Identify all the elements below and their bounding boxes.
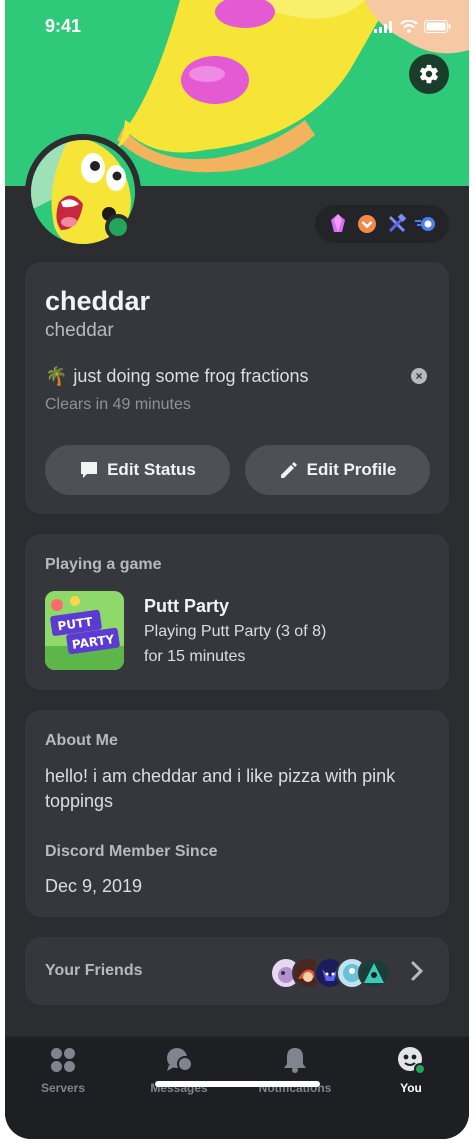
- username: cheddar: [45, 320, 114, 341]
- tab-you[interactable]: You: [353, 1045, 469, 1105]
- activity-card[interactable]: Playing a game PUTT PARTY Putt Party Pla…: [25, 534, 449, 690]
- tab-you-label: You: [400, 1081, 422, 1095]
- game-detail: Playing Putt Party (3 of 8): [144, 623, 327, 640]
- game-icon: PUTT PARTY: [45, 591, 124, 670]
- chat-bubble-icon: [81, 462, 98, 478]
- nitro-gem-badge-icon[interactable]: [327, 213, 349, 235]
- tab-servers[interactable]: Servers: [5, 1045, 121, 1105]
- online-status-indicator: [105, 214, 131, 240]
- friend-avatar-stack: [270, 957, 400, 989]
- game-duration: for 15 minutes: [144, 648, 246, 665]
- profile-screen: 9:41 cheddar cheddar 🌴 just doing some f…: [5, 0, 469, 1139]
- friend-avatar: [358, 957, 390, 989]
- your-friends-label: Your Friends: [45, 962, 143, 979]
- active-developer-badge-icon[interactable]: [386, 213, 408, 235]
- display-name: cheddar: [45, 286, 151, 316]
- chevron-right-icon: [411, 961, 423, 981]
- about-me-text: hello! i am cheddar and i like pizza wit…: [45, 766, 396, 811]
- home-indicator: [155, 1081, 320, 1087]
- tab-servers-label: Servers: [40, 1081, 86, 1095]
- clock: 9:41: [45, 16, 82, 36]
- quest-badge-icon[interactable]: [415, 213, 437, 235]
- bottom-tab-bar: Servers Messages Notifications You: [5, 1036, 469, 1139]
- custom-status[interactable]: 🌴 just doing some frog fractions: [45, 366, 309, 387]
- custom-status-text: just doing some frog fractions: [73, 366, 309, 386]
- wifi-icon: [400, 20, 418, 33]
- your-friends-row[interactable]: Your Friends: [25, 937, 449, 1005]
- messages-icon: [164, 1045, 194, 1075]
- settings-button[interactable]: [409, 54, 449, 94]
- clear-status-icon[interactable]: ×: [411, 368, 427, 384]
- palm-tree-icon: 🌴: [45, 366, 68, 386]
- tab-messages[interactable]: Messages: [121, 1045, 237, 1105]
- gear-icon: [420, 64, 438, 84]
- edit-status-button[interactable]: Edit Status: [45, 445, 230, 495]
- activity-header: Playing a game: [45, 556, 162, 573]
- status-expiry: Clears in 49 minutes: [45, 396, 191, 413]
- about-me-header: About Me: [45, 732, 118, 749]
- edit-status-label: Edit Status: [107, 460, 196, 479]
- game-title: Putt Party: [144, 596, 230, 616]
- status-bar: 9:41: [5, 0, 469, 50]
- about-me-card: About Me hello! i am cheddar and i like …: [25, 710, 449, 917]
- you-avatar-icon: [396, 1045, 426, 1075]
- member-since-header: Discord Member Since: [45, 843, 218, 860]
- profile-info-card: cheddar cheddar 🌴 just doing some frog f…: [25, 262, 449, 514]
- tab-notifications[interactable]: Notifications: [237, 1045, 353, 1105]
- member-since-date: Dec 9, 2019: [45, 876, 143, 896]
- pencil-icon: [280, 462, 297, 478]
- badge-list: [315, 205, 449, 243]
- battery-icon: [424, 20, 451, 33]
- edit-profile-button[interactable]: Edit Profile: [245, 445, 430, 495]
- edit-profile-label: Edit Profile: [306, 460, 397, 479]
- avatar[interactable]: [25, 134, 141, 250]
- servers-icon: [48, 1045, 78, 1075]
- boost-badge-icon[interactable]: [356, 213, 378, 235]
- bell-icon: [280, 1045, 310, 1075]
- signal-icon: [374, 20, 392, 33]
